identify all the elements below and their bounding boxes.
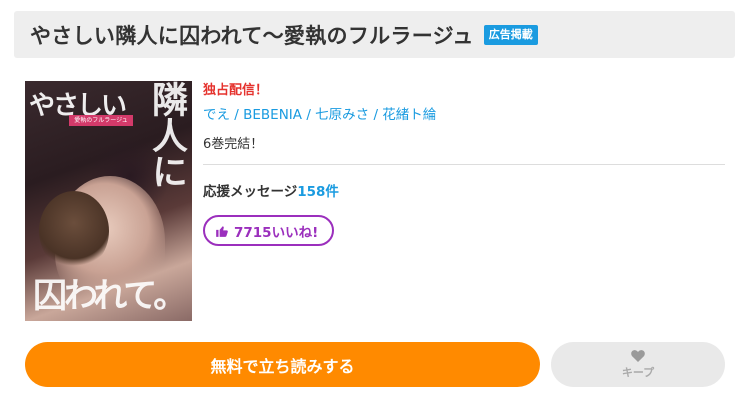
free-read-label: 無料で立ち読みする — [210, 356, 355, 376]
authors-links[interactable]: でえ / BEBENIA / 七原みさ / 花緒ト綸 — [203, 103, 725, 123]
free-read-button[interactable]: 無料で立ち読みする — [25, 342, 540, 387]
divider — [203, 164, 725, 165]
cover-bottom-text: 囚われて。 — [33, 276, 187, 316]
support-label: 応援メッセージ — [203, 184, 298, 200]
heart-icon — [631, 349, 645, 362]
thumbs-up-icon — [216, 225, 228, 237]
cover-big-text: 隣人に — [146, 81, 187, 189]
book-info: 独占配信！ でえ / BEBENIA / 七原みさ / 花緒ト綸 6巻完結！ — [203, 79, 725, 152]
volume-status: 6巻完結！ — [203, 137, 264, 152]
page-title: やさしい隣人に囚われて～愛執のフルラージュ — [30, 23, 474, 48]
support-messages[interactable]: 応援メッセージ158件 — [203, 180, 339, 200]
support-count[interactable]: 158件 — [297, 184, 339, 200]
cover-subtitle: 愛執のフルラージュ — [69, 115, 133, 126]
like-button[interactable]: 7715いいね! — [203, 215, 335, 246]
ad-badge: 広告掲載 — [483, 24, 538, 45]
cover-figure-hair — [39, 191, 109, 271]
keep-button[interactable]: キープ — [551, 342, 725, 387]
exclusive-label: 独占配信！ — [203, 83, 269, 98]
title-bar: やさしい隣人に囚われて～愛執のフルラージュ 広告掲載 — [14, 11, 735, 58]
like-count: 7715いいね! — [234, 224, 319, 241]
keep-label: キープ — [621, 365, 655, 379]
book-cover-image[interactable]: やさしい 隣人に 愛執のフルラージュ 囚われて。 — [25, 81, 192, 321]
